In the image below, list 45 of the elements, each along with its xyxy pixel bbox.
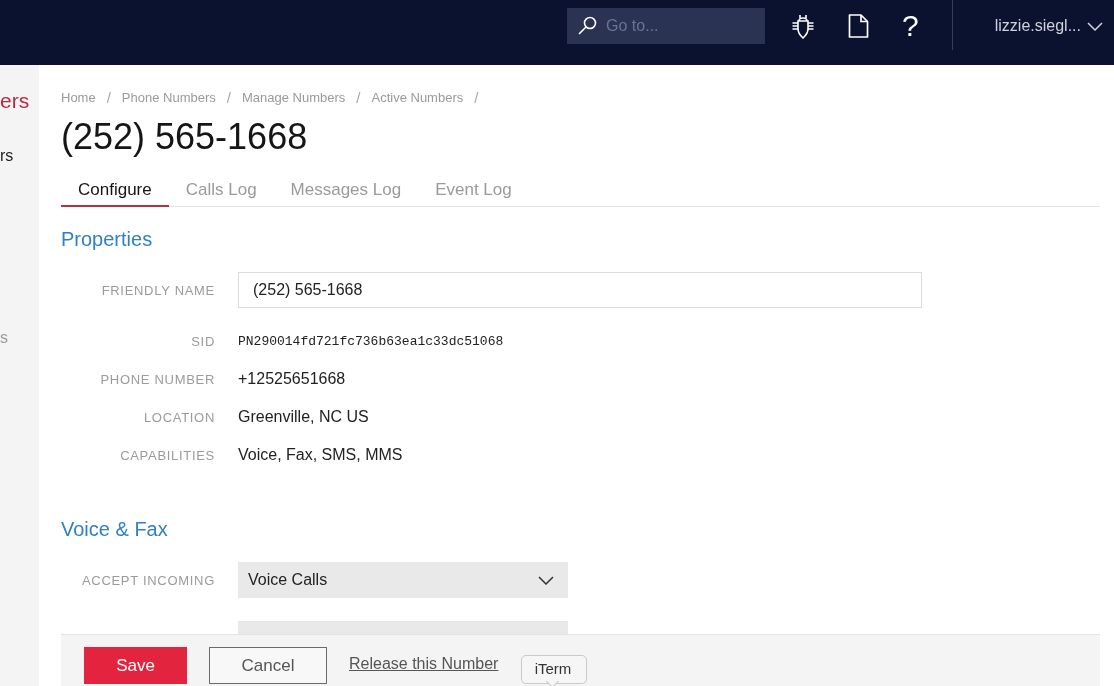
field-label: PHONE NUMBER: [100, 371, 215, 387]
breadcrumb-separator: /: [106, 90, 111, 106]
field-value: PN290014fd721fc736b63ea1c33dc51068: [238, 333, 504, 349]
field-label: ACCEPT INCOMING: [81, 572, 215, 588]
page-title: (252) 565-1668: [61, 117, 309, 157]
field-value: Voice, Fax, SMS, MMS: [238, 446, 403, 464]
field-value: Greenville, NC US: [238, 408, 369, 426]
field-label: FRIENDLY NAME: [101, 282, 215, 298]
breadcrumb-link[interactable]: Home: [61, 90, 96, 106]
field-value: +12525651668: [238, 370, 346, 388]
field-label: CAPABILITIES: [120, 447, 215, 463]
release-link[interactable]: Release this Number: [349, 654, 499, 674]
breadcrumb-link[interactable]: Manage Numbers: [242, 90, 346, 106]
breadcrumb-link[interactable]: Phone Numbers: [121, 90, 216, 106]
sidebar-item[interactable]: s: [0, 328, 39, 348]
tooltip: iTerm: [521, 655, 585, 686]
save-button[interactable]: Save: [84, 647, 187, 684]
friendly-name-input[interactable]: (252) 565-1668: [238, 272, 922, 308]
breadcrumb-link[interactable]: Active Numbers: [371, 90, 464, 106]
user-menu[interactable]: lizzie.siegl...: [994, 17, 1103, 35]
chevron-down-icon: [1087, 21, 1103, 31]
field-label: SID: [191, 333, 215, 349]
search-field[interactable]: Go to...: [567, 8, 766, 44]
sidebar-heading: ers: [0, 89, 31, 113]
tab[interactable]: Configure: [61, 173, 169, 207]
breadcrumb-separator: /: [226, 90, 231, 106]
section-heading: Voice & Fax: [61, 517, 169, 542]
cancel-button[interactable]: Cancel: [209, 647, 327, 684]
tab[interactable]: Calls Log: [168, 173, 274, 207]
document-icon: [848, 14, 870, 38]
field-label: LOCATION: [143, 409, 215, 425]
tab[interactable]: Messages Log: [273, 173, 419, 207]
dropdown[interactable]: Voice Calls: [238, 562, 568, 598]
document-button[interactable]: [848, 14, 870, 38]
dropdown-field[interactable]: [238, 621, 568, 634]
bug-button[interactable]: [792, 13, 815, 39]
breadcrumb-separator: /: [356, 90, 361, 106]
help-button[interactable]: ?: [902, 11, 919, 41]
bug-icon: [792, 13, 815, 39]
breadcrumb-separator: /: [474, 90, 479, 106]
chevron-down-icon: [538, 575, 554, 585]
tab[interactable]: Event Log: [418, 173, 529, 207]
section-heading: Properties: [61, 227, 154, 252]
search-icon: [578, 16, 598, 35]
sidebar-item[interactable]: rs: [0, 146, 39, 166]
